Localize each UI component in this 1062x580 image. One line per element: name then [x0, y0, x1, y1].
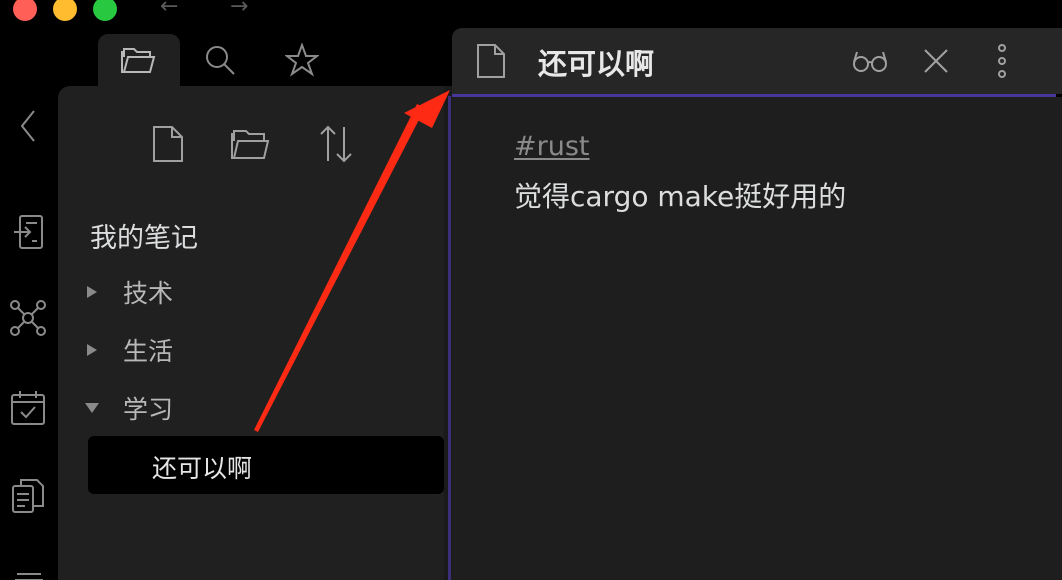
close-window-button[interactable] — [13, 0, 37, 21]
folder-label: 生活 — [123, 337, 174, 366]
reading-view-icon[interactable] — [849, 40, 891, 82]
search-icon[interactable] — [200, 40, 240, 80]
collapsed-arrow-icon — [82, 340, 102, 360]
close-icon[interactable] — [915, 40, 957, 82]
sort-icon[interactable] — [314, 122, 358, 166]
minimize-window-button[interactable] — [53, 0, 77, 21]
folder-label: 技术 — [123, 279, 174, 308]
collapse-chevron-icon[interactable] — [8, 106, 48, 146]
copy-note-icon[interactable] — [8, 476, 48, 516]
folder-label: 学习 — [123, 395, 174, 424]
note-tag[interactable]: #rust — [514, 131, 590, 162]
nav-forward-button[interactable]: → — [230, 0, 248, 19]
note-stack-icon[interactable] — [8, 560, 48, 580]
folder-life[interactable]: 生活 — [82, 328, 173, 372]
folder-tech[interactable]: 技术 — [82, 270, 173, 314]
graph-icon[interactable] — [8, 298, 48, 338]
note-title[interactable]: 还可以啊 — [538, 41, 654, 83]
files-icon[interactable] — [118, 40, 158, 80]
collapsed-arrow-icon — [82, 282, 102, 302]
new-folder-icon[interactable] — [228, 122, 272, 166]
ribbon — [0, 26, 58, 580]
editor-body[interactable]: #rust 觉得cargo make挺好用的 — [452, 97, 1062, 580]
open-note-icon[interactable] — [8, 212, 48, 252]
folder-study[interactable]: 学习 — [82, 386, 173, 430]
nav-back-button[interactable]: ← — [160, 0, 178, 19]
calendar-icon[interactable] — [8, 388, 48, 428]
expanded-arrow-icon — [82, 398, 102, 418]
note-body-text[interactable]: 觉得cargo make挺好用的 — [514, 175, 846, 215]
file-label: 还可以啊 — [152, 454, 253, 483]
app-window: ← → 我的笔记 技术 生活 学习 还可以啊 还可以啊 #rust 觉得carg… — [0, 0, 1062, 580]
vault-name[interactable]: 我的笔记 — [90, 216, 198, 255]
note-file-icon — [470, 40, 512, 82]
editor-tab-header: 还可以啊 — [452, 28, 1062, 94]
pane-accent-border — [448, 96, 451, 580]
file-explorer: 我的笔记 技术 生活 学习 还可以啊 — [58, 86, 446, 580]
more-options-icon[interactable] — [981, 40, 1023, 82]
file-item-active[interactable]: 还可以啊 — [88, 436, 444, 494]
new-note-icon[interactable] — [146, 122, 190, 166]
star-icon[interactable] — [282, 40, 322, 80]
maximize-window-button[interactable] — [93, 0, 117, 21]
